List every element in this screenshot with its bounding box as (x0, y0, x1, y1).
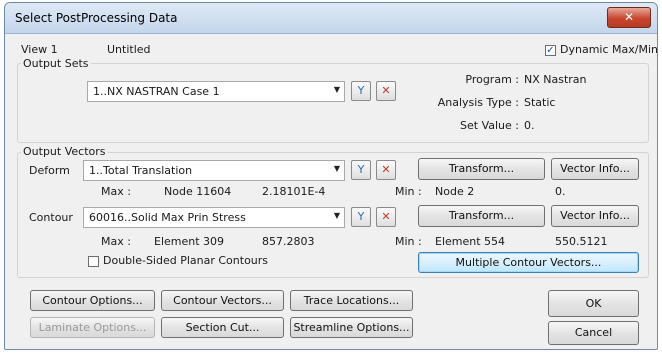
contour-vector-info-button[interactable]: Vector Info... (551, 205, 639, 227)
deform-select[interactable]: 1..Total Translation ▼ (83, 160, 345, 181)
deform-max-value: 2.18101E-4 (262, 185, 326, 198)
analysis-type-label: Analysis Type : (437, 96, 519, 109)
output-set-select[interactable]: 1..NX NASTRAN Case 1 ▼ (87, 81, 345, 102)
select-postprocessing-dialog: Select PostProcessing Data ✕ View 1 Unti… (4, 2, 658, 350)
contour-max-label: Max : (101, 235, 131, 248)
program-value: NX Nastran (524, 73, 587, 86)
close-icon[interactable]: ✕ (624, 10, 634, 24)
analysis-type-value: Static (524, 96, 556, 109)
deform-value: 1..Total Translation (89, 164, 193, 177)
contour-max-location: Element 309 (154, 235, 225, 248)
deform-min-location: Node 2 (435, 185, 475, 198)
contour-min-location: Element 554 (435, 235, 506, 248)
contour-select[interactable]: 60016..Solid Max Prin Stress ▼ (83, 207, 345, 228)
chevron-down-icon: ▼ (333, 164, 340, 173)
deform-min-value: 0. (555, 185, 566, 198)
title-bar: Select PostProcessing Data ✕ (5, 3, 657, 34)
view-name: Untitled (107, 43, 151, 56)
contour-transform-button[interactable]: Transform... (418, 205, 545, 227)
multiple-contour-vectors-button[interactable]: Multiple Contour Vectors... (418, 252, 639, 273)
cancel-button[interactable]: Cancel (548, 321, 639, 345)
deform-max-location: Node 11604 (164, 185, 232, 198)
double-sided-label[interactable]: Double-Sided Planar Contours (103, 254, 268, 267)
select-list-icon[interactable]: Y (351, 207, 371, 227)
contour-max-value: 857.2803 (262, 235, 315, 248)
view-label: View 1 (21, 43, 58, 56)
clear-icon[interactable]: ✕ (376, 207, 396, 227)
window-title: Select PostProcessing Data (15, 11, 178, 25)
ok-button[interactable]: OK (548, 290, 639, 317)
output-set-value: 1..NX NASTRAN Case 1 (93, 85, 220, 98)
select-list-icon[interactable]: Y (351, 160, 371, 180)
laminate-options-button[interactable]: Laminate Options... (30, 317, 155, 338)
set-value: 0. (524, 119, 535, 132)
output-vectors-title: Output Vectors (21, 145, 108, 158)
chevron-down-icon: ▼ (333, 85, 340, 94)
contour-options-button[interactable]: Contour Options... (30, 290, 155, 311)
clear-icon[interactable]: ✕ (376, 160, 396, 180)
select-list-icon[interactable]: Y (351, 81, 371, 101)
deform-transform-button[interactable]: Transform... (418, 158, 545, 180)
contour-vectors-button[interactable]: Contour Vectors... (161, 290, 284, 311)
deform-label: Deform (29, 164, 70, 177)
output-sets-title: Output Sets (21, 57, 91, 70)
dynamic-maxmin-label[interactable]: Dynamic Max/Min (560, 43, 657, 56)
streamline-options-button[interactable]: Streamline Options... (290, 317, 413, 338)
double-sided-checkbox[interactable] (88, 256, 99, 267)
chevron-down-icon: ▼ (333, 211, 340, 220)
set-value-label: Set Value : (460, 119, 519, 132)
trace-locations-button[interactable]: Trace Locations... (290, 290, 413, 311)
deform-vector-info-button[interactable]: Vector Info... (551, 158, 639, 180)
deform-min-label: Min : (395, 185, 422, 198)
dynamic-maxmin-checkbox[interactable]: ✓ (545, 45, 556, 56)
contour-label: Contour (29, 211, 73, 224)
clear-icon[interactable]: ✕ (376, 81, 396, 101)
close-button[interactable]: ✕ (607, 7, 651, 28)
contour-min-value: 550.5121 (555, 235, 608, 248)
deform-max-label: Max : (101, 185, 131, 198)
checkmark-icon: ✓ (546, 45, 555, 56)
program-label: Program : (465, 73, 519, 86)
contour-value: 60016..Solid Max Prin Stress (89, 211, 246, 224)
contour-min-label: Min : (395, 235, 422, 248)
section-cut-button[interactable]: Section Cut... (161, 317, 284, 338)
